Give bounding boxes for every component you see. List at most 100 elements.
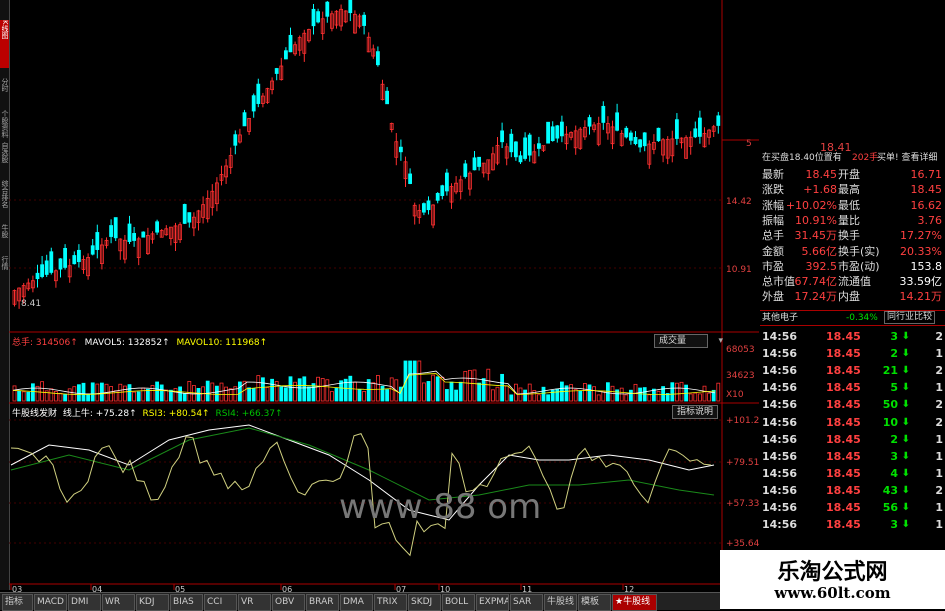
bottom-tab-4[interactable]: KDJ bbox=[136, 594, 169, 611]
volume-bar bbox=[688, 393, 693, 402]
bottom-tab-0[interactable]: 指标 bbox=[2, 594, 33, 611]
volume-axis-label: 34623 bbox=[726, 371, 755, 381]
bottom-tab-13[interactable]: BOLL bbox=[442, 594, 475, 611]
volume-bar bbox=[334, 388, 339, 402]
volume-bar bbox=[675, 382, 679, 402]
date-label: 10 bbox=[440, 585, 450, 592]
arrow-down-icon: ⬇ bbox=[901, 382, 910, 394]
left-tab-2[interactable]: 个股资料 bbox=[0, 110, 9, 140]
bottom-tab-1[interactable]: MACD bbox=[34, 594, 67, 611]
left-tab-6[interactable]: 行情 bbox=[0, 256, 9, 286]
volume-bar bbox=[711, 389, 716, 402]
kline-chart[interactable]: www 88 om 14.42 10.91 5 8.41 68053 34623 X10 +1… bbox=[9, 0, 759, 592]
indicator-help-button[interactable]: 指标说明 bbox=[672, 405, 719, 419]
bottom-tab-9[interactable]: BRAR bbox=[306, 594, 339, 611]
left-tab-5[interactable]: 牛股 bbox=[0, 224, 9, 254]
bottom-tab-18[interactable]: ★牛股线 bbox=[612, 594, 657, 611]
volume-bar bbox=[619, 387, 624, 402]
volume-bar bbox=[54, 391, 58, 402]
bottom-tab-16[interactable]: 牛股线 bbox=[544, 594, 577, 611]
quote-value: 392.5 bbox=[805, 259, 838, 273]
bottom-tab-5[interactable]: BIAS bbox=[170, 594, 203, 611]
tick-price: 18.45 bbox=[826, 483, 861, 497]
tick-row: 14:56 18.45 3 ⬇ 2 bbox=[760, 328, 945, 345]
quote-label: 流通值 bbox=[838, 275, 871, 289]
bottom-tab-15[interactable]: SAR bbox=[510, 594, 543, 611]
left-tab-0[interactable]: K线图 bbox=[0, 20, 9, 68]
quote-row: 外盘 17.24万 内盘 14.21万 bbox=[760, 289, 945, 304]
indicator-rsi4: RSI4: +66.37↑ bbox=[215, 409, 283, 419]
candle bbox=[656, 127, 661, 142]
quote-value: 16.71 bbox=[910, 168, 943, 181]
volume-bar bbox=[256, 375, 261, 402]
volume-bar bbox=[145, 388, 150, 402]
volume-bar bbox=[325, 379, 330, 402]
volume-axis-label: 68053 bbox=[726, 345, 755, 355]
volume-bar bbox=[21, 391, 26, 402]
bottom-tab-14[interactable]: EXPMA bbox=[476, 594, 509, 611]
volume-bar bbox=[26, 391, 31, 402]
bottom-tab-10[interactable]: DMA bbox=[340, 594, 373, 611]
candles bbox=[12, 0, 721, 309]
bottom-tab-17[interactable]: 模板 bbox=[578, 594, 611, 611]
volume-bar bbox=[380, 385, 385, 402]
candle bbox=[421, 203, 426, 213]
volume-bar bbox=[58, 392, 63, 402]
candle bbox=[233, 134, 238, 146]
tick-time: 14:56 bbox=[762, 483, 798, 497]
indicator-legend: 牛股线发财 线上牛: +75.28↑ RSI3: +80.54↑ RSI4: +… bbox=[12, 406, 283, 419]
sector-name: 其他电子 bbox=[762, 313, 799, 323]
candle bbox=[141, 231, 146, 238]
tick-time: 14:56 bbox=[762, 449, 798, 463]
candle bbox=[283, 50, 288, 60]
tick-volume: 4 bbox=[890, 466, 898, 480]
left-tab-4[interactable]: 综合排名 bbox=[0, 180, 9, 220]
arrow-down-icon: ⬇ bbox=[901, 331, 910, 342]
candle bbox=[311, 8, 316, 27]
candle bbox=[560, 121, 564, 137]
volume-bar bbox=[638, 387, 642, 402]
volume-bar bbox=[435, 376, 440, 402]
candle bbox=[77, 249, 81, 263]
quote-label: 量比 bbox=[838, 213, 860, 227]
bid-tail[interactable]: 买单! 查看详细 bbox=[877, 151, 937, 166]
arrow-down-icon: ⬇ bbox=[901, 484, 910, 496]
bid-info-row[interactable]: 在买盘18.40位置有 202手 买单! 查看详细 bbox=[760, 151, 945, 166]
left-tab-1[interactable]: 分时 bbox=[0, 78, 9, 108]
tick-time: 14:56 bbox=[762, 330, 798, 343]
bottom-tab-7[interactable]: VR bbox=[238, 594, 271, 611]
volume-bars bbox=[12, 360, 721, 402]
compare-button[interactable]: 同行业比较 bbox=[884, 311, 936, 324]
tick-volume: 3 bbox=[890, 330, 898, 343]
chevron-down-icon[interactable]: ▾ bbox=[718, 335, 723, 347]
tick-row: 14:56 18.45 3 ⬇ 1 bbox=[760, 516, 945, 533]
quote-label: 开盘 bbox=[838, 168, 860, 181]
volume-bar bbox=[421, 382, 426, 402]
arrow-down-icon: ⬇ bbox=[901, 450, 910, 462]
date-label: 04 bbox=[92, 585, 102, 592]
volume-bar bbox=[587, 384, 592, 402]
candle bbox=[523, 137, 527, 159]
volume-bar bbox=[132, 391, 136, 402]
tick-volume: 2 bbox=[890, 347, 898, 361]
bottom-tab-2[interactable]: DMI bbox=[68, 594, 101, 611]
volume-bar bbox=[205, 380, 210, 402]
bottom-tab-12[interactable]: SKDJ bbox=[408, 594, 441, 611]
candle bbox=[49, 251, 54, 273]
bottom-tab-8[interactable]: OBV bbox=[272, 594, 305, 611]
volume-bar bbox=[537, 394, 541, 402]
volume-bar bbox=[624, 394, 629, 402]
bottom-tab-6[interactable]: CCI bbox=[204, 594, 237, 611]
left-tab-3[interactable]: 自选股 bbox=[0, 142, 9, 176]
bottom-tab-3[interactable]: WR bbox=[102, 594, 135, 611]
quote-row: 总市值 67.74亿 流通值 33.59亿 bbox=[760, 274, 945, 289]
bottom-tab-11[interactable]: TRIX bbox=[374, 594, 407, 611]
quote-value: 18.45 bbox=[805, 168, 838, 181]
volume-bar bbox=[178, 386, 183, 402]
candle bbox=[675, 119, 679, 139]
low-price-label: 8.41 bbox=[21, 299, 41, 309]
volume-bar bbox=[546, 394, 550, 402]
arrow-down-icon: ⬇ bbox=[901, 519, 910, 531]
volume-button[interactable]: 成交量 ▾ bbox=[654, 334, 723, 348]
quote-value: 31.45万 bbox=[794, 229, 838, 243]
